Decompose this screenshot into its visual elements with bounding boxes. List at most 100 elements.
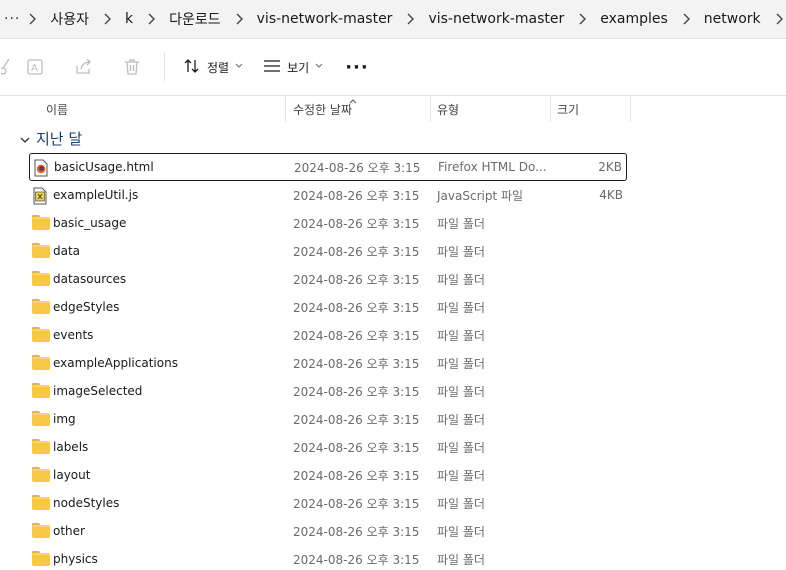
folder-icon <box>32 523 50 539</box>
folder-icon <box>32 411 50 427</box>
column-header-date[interactable]: 수정한 날짜 <box>287 96 431 122</box>
file-row[interactable]: edgeStyles 2024-08-26 오후 3:15 파일 폴더 <box>29 293 627 321</box>
file-name: nodeStyles <box>53 496 120 510</box>
file-date: 2024-08-26 오후 3:15 <box>294 160 421 175</box>
column-header-type[interactable]: 유형 <box>431 96 551 122</box>
chevron-right-icon[interactable] <box>398 13 422 25</box>
file-row[interactable]: img 2024-08-26 오후 3:15 파일 폴더 <box>29 405 627 433</box>
column-header-date-label: 수정한 날짜 <box>293 102 353 117</box>
folder-icon <box>32 355 50 371</box>
file-row[interactable]: exampleUtil.js 2024-08-26 오후 3:15 JavaScri… <box>29 181 627 209</box>
file-type: JavaScript 파일 <box>437 188 524 203</box>
column-header-size[interactable]: 크기 <box>551 96 631 122</box>
file-row[interactable]: exampleApplications 2024-08-26 오후 3:15 파일 … <box>29 349 627 377</box>
more-options-button[interactable]: ··· <box>333 57 381 78</box>
share-icon[interactable] <box>60 49 108 85</box>
file-type: Firefox HTML Do... <box>438 160 547 174</box>
file-name: exampleApplications <box>53 356 178 370</box>
file-date: 2024-08-26 오후 3:15 <box>293 496 420 511</box>
svg-text:A: A <box>31 63 38 74</box>
file-type: 파일 폴더 <box>437 496 485 511</box>
chevron-right-icon[interactable] <box>227 13 251 25</box>
file-name: imageSelected <box>53 384 143 398</box>
file-date: 2024-08-26 오후 3:15 <box>293 328 420 343</box>
file-row[interactable]: labels 2024-08-26 오후 3:15 파일 폴더 <box>29 433 627 461</box>
rename-icon[interactable]: A <box>12 49 60 85</box>
file-date: 2024-08-26 오후 3:15 <box>293 524 420 539</box>
file-row[interactable]: basic_usage 2024-08-26 오후 3:15 파일 폴더 <box>29 209 627 237</box>
file-size: 4KB <box>599 188 623 202</box>
folder-icon <box>32 439 50 455</box>
breadcrumb-item-vis-network-master-inner[interactable]: vis-network-master <box>422 11 570 27</box>
chevron-right-icon[interactable] <box>767 13 786 25</box>
chevron-right-icon[interactable] <box>139 13 163 25</box>
file-row[interactable]: other 2024-08-26 오후 3:15 파일 폴더 <box>29 517 627 545</box>
file-name: labels <box>53 440 89 454</box>
file-row[interactable]: basicUsage.html 2024-08-26 오후 3:15 Firefox… <box>29 153 627 181</box>
breadcrumb: ··· 사용자 k 다운로드 vis-network-master vis-ne… <box>0 0 786 38</box>
file-type: 파일 폴더 <box>437 440 485 455</box>
delete-icon[interactable] <box>108 49 156 85</box>
folder-icon <box>32 327 50 343</box>
file-row[interactable]: datasources 2024-08-26 오후 3:15 파일 폴더 <box>29 265 627 293</box>
file-row[interactable]: layout 2024-08-26 오후 3:15 파일 폴더 <box>29 461 627 489</box>
file-row[interactable]: imageSelected 2024-08-26 오후 3:15 파일 폴더 <box>29 377 627 405</box>
breadcrumb-item-network[interactable]: network <box>698 11 767 27</box>
file-date: 2024-08-26 오후 3:15 <box>293 412 420 427</box>
file-type: 파일 폴더 <box>437 272 485 287</box>
cut-icon[interactable] <box>0 49 12 85</box>
file-row[interactable]: data 2024-08-26 오후 3:15 파일 폴더 <box>29 237 627 265</box>
file-size: 2KB <box>598 160 622 174</box>
breadcrumb-item-k[interactable]: k <box>119 11 139 27</box>
column-header-size-label: 크기 <box>557 102 580 117</box>
folder-icon <box>32 551 50 567</box>
file-name: datasources <box>53 272 127 286</box>
chevron-right-icon[interactable] <box>95 13 119 25</box>
file-date: 2024-08-26 오후 3:15 <box>293 468 420 483</box>
column-headers: 이름 수정한 날짜 유형 크기 <box>0 96 786 122</box>
folder-icon <box>32 243 50 259</box>
file-type: 파일 폴더 <box>437 412 485 427</box>
breadcrumb-item-user[interactable]: 사용자 <box>44 9 95 29</box>
file-type: 파일 폴더 <box>437 300 485 315</box>
view-button[interactable]: 보기 <box>253 49 333 85</box>
file-type: 파일 폴더 <box>437 552 485 567</box>
toolbar-divider <box>164 53 165 81</box>
file-row[interactable]: nodeStyles 2024-08-26 오후 3:15 파일 폴더 <box>29 489 627 517</box>
html-file-icon <box>33 159 51 177</box>
breadcrumb-item-downloads[interactable]: 다운로드 <box>163 9 227 29</box>
file-name: basic_usage <box>53 216 127 230</box>
sort-label: 정렬 <box>207 60 230 75</box>
file-name: data <box>53 244 81 258</box>
chevron-right-icon[interactable] <box>570 13 594 25</box>
breadcrumb-item-vis-network-master[interactable]: vis-network-master <box>251 11 399 27</box>
file-row[interactable]: events 2024-08-26 오후 3:15 파일 폴더 <box>29 321 627 349</box>
breadcrumb-overflow-button[interactable]: ··· <box>0 11 20 27</box>
group-label: 지난 달 <box>36 130 83 148</box>
column-header-name[interactable]: 이름 <box>40 96 286 122</box>
folder-icon <box>32 215 50 231</box>
file-date: 2024-08-26 오후 3:15 <box>293 440 420 455</box>
file-name: layout <box>53 468 91 482</box>
file-name: physics <box>53 552 98 566</box>
breadcrumb-item-examples[interactable]: examples <box>594 11 674 27</box>
sort-icon <box>183 58 201 77</box>
file-date: 2024-08-26 오후 3:15 <box>293 300 420 315</box>
column-header-name-label: 이름 <box>46 102 69 117</box>
file-name: exampleUtil.js <box>53 188 139 202</box>
command-bar: A 정렬 보기 ··· <box>0 38 786 96</box>
chevron-down-icon <box>235 62 243 72</box>
column-header-type-label: 유형 <box>437 102 460 117</box>
view-label: 보기 <box>287 60 310 75</box>
file-type: 파일 폴더 <box>437 384 485 399</box>
file-date: 2024-08-26 오후 3:15 <box>293 188 420 203</box>
group-header-last-month[interactable]: 지난 달 <box>20 128 82 149</box>
chevron-right-icon[interactable] <box>20 13 44 25</box>
folder-icon <box>32 467 50 483</box>
file-date: 2024-08-26 오후 3:15 <box>293 384 420 399</box>
chevron-right-icon[interactable] <box>674 13 698 25</box>
file-row[interactable]: physics 2024-08-26 오후 3:15 파일 폴더 <box>29 545 627 570</box>
sort-button[interactable]: 정렬 <box>173 49 253 85</box>
file-date: 2024-08-26 오후 3:15 <box>293 356 420 371</box>
chevron-down-icon <box>20 130 30 148</box>
